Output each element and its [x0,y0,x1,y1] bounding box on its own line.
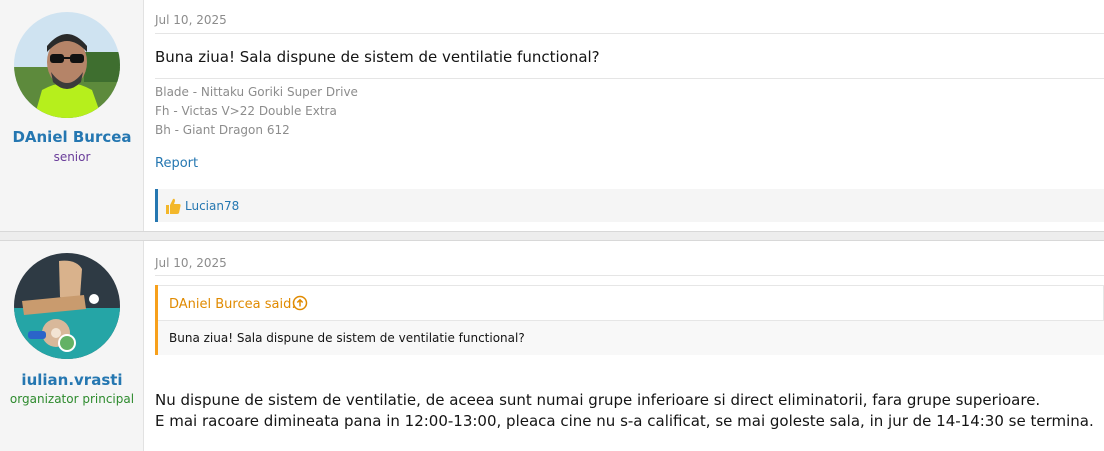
arrow-up-circle-icon[interactable] [292,295,308,315]
post-date[interactable]: Jul 10, 2025 [155,13,227,27]
author-name[interactable]: DAniel Burcea [0,128,144,146]
post-1: DAniel Burcea senior Jul 10, 2025 Buna z… [0,0,1104,232]
post-user-panel: DAniel Burcea senior [0,0,144,231]
author-name[interactable]: iulian.vrasti [0,371,144,389]
post-user-panel: iulian.vrasti organizator principal [0,241,144,451]
online-status-icon [58,334,76,352]
post-message: Buna ziua! Sala dispune de sistem de ven… [155,48,600,66]
quote-block: DAniel Burcea said: Buna ziua! Sala disp… [155,285,1104,355]
reactions-bar: Lucian78 [155,189,1104,222]
message-line: E mai racoare dimineata pana in 12:00-13… [155,412,1094,430]
thumbs-up-icon [164,197,182,219]
signature-line: Fh - Victas V>22 Double Extra [155,104,337,118]
signature-line: Blade - Nittaku Goriki Super Drive [155,85,358,99]
quote-header[interactable]: DAniel Burcea said: [158,285,1104,321]
author-title: senior [53,150,91,164]
post-message: Nu dispune de sistem de ventilatie, de a… [155,390,1094,432]
divider [155,275,1104,276]
post-main: Jul 10, 2025 Buna ziua! Sala dispune de … [144,0,1104,231]
signature: Blade - Nittaku Goriki Super Drive Fh - … [155,83,358,140]
reaction-user-link[interactable]: Lucian78 [185,199,239,213]
message-line: Nu dispune de sistem de ventilatie, de a… [155,391,1041,409]
signature-line: Bh - Giant Dragon 612 [155,123,290,137]
quote-text: Buna ziua! Sala dispune de sistem de ven… [169,331,525,345]
divider [155,33,1104,34]
report-link[interactable]: Report [155,156,198,171]
quote-author[interactable]: DAniel Burcea said: [169,297,296,312]
post-date[interactable]: Jul 10, 2025 [155,256,227,270]
post-separator [0,232,1104,240]
avatar[interactable] [14,12,120,118]
author-title: organizator principal [9,392,135,406]
divider [155,78,1104,79]
